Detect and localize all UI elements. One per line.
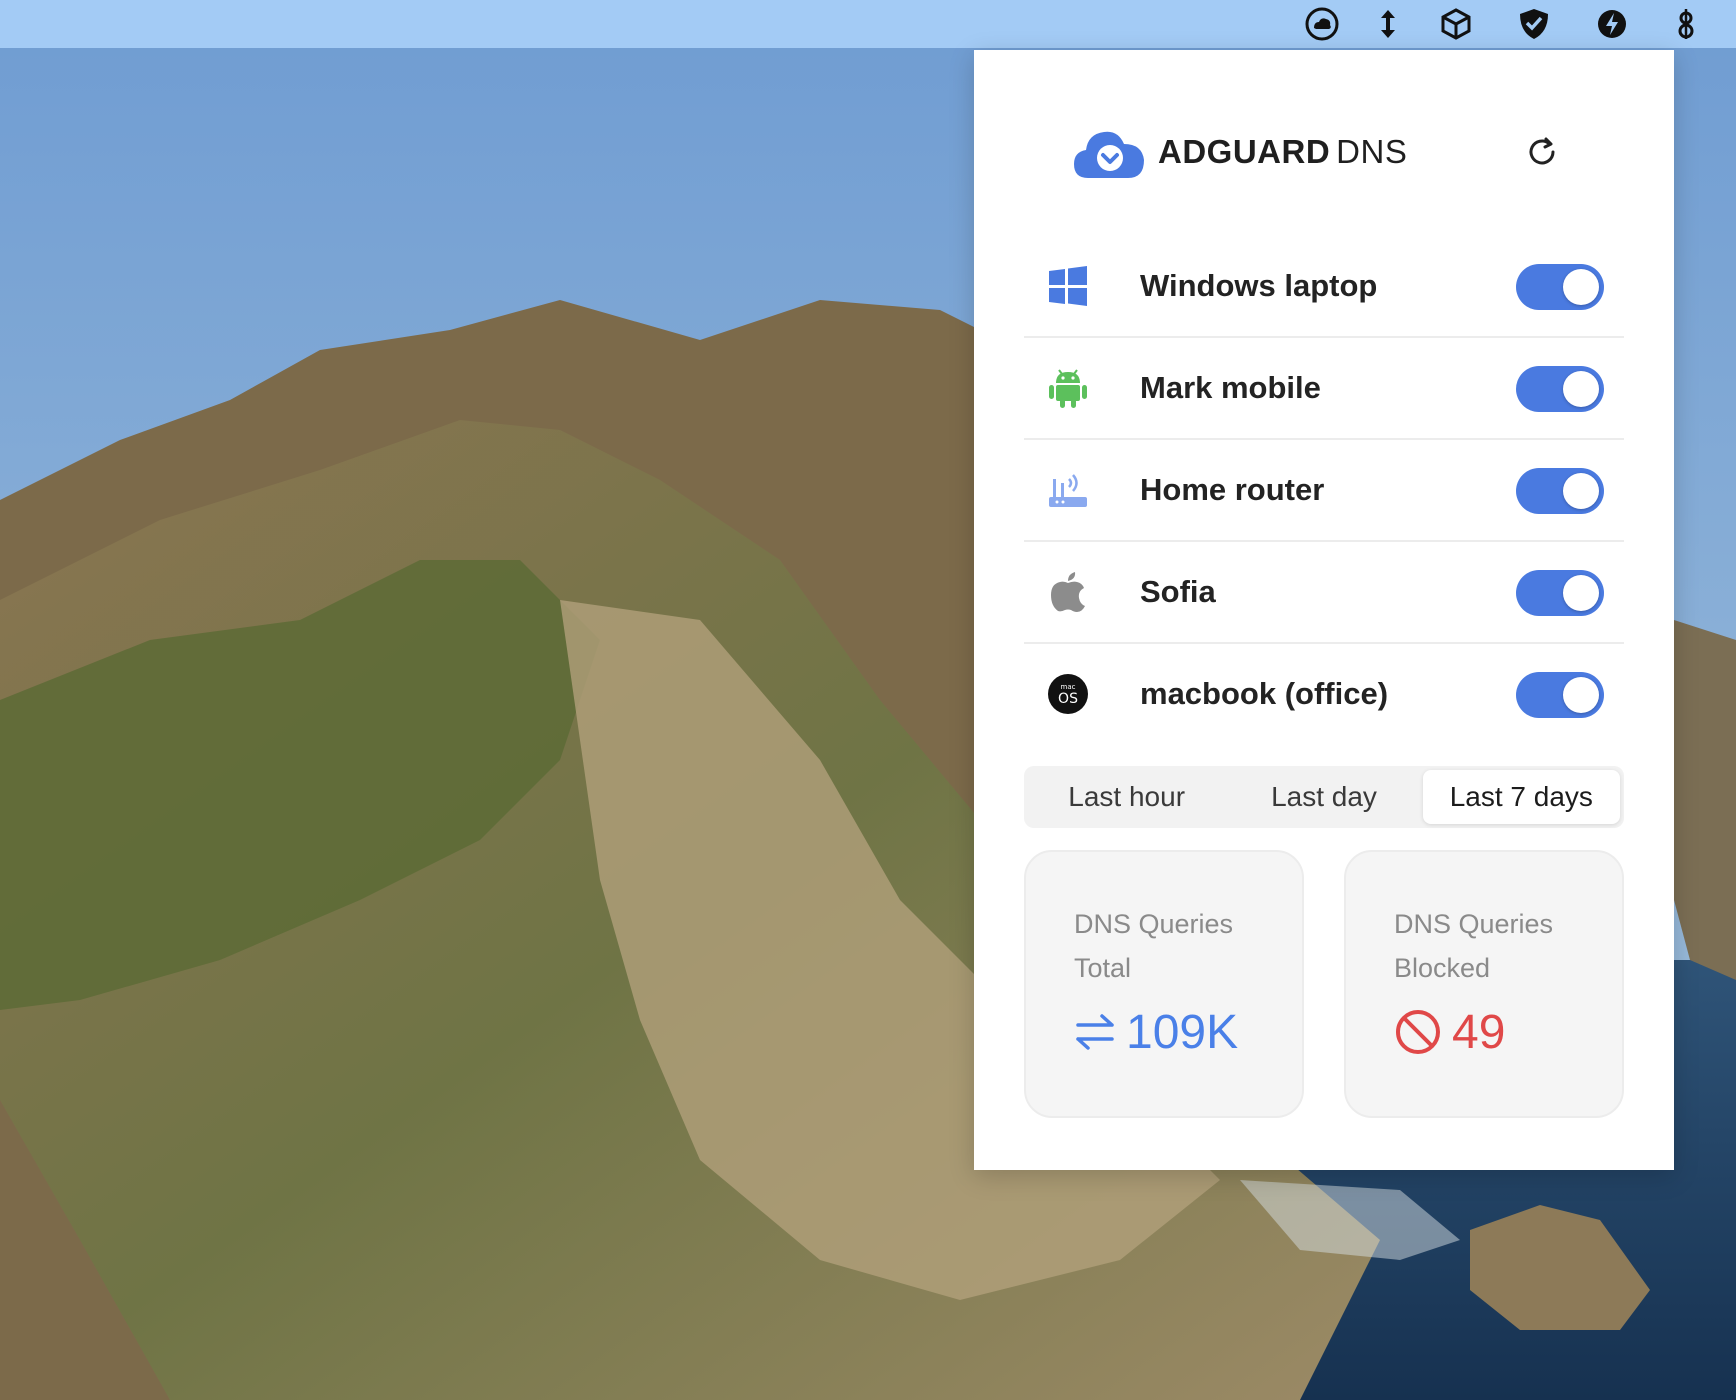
transfer-arrows-icon — [1076, 1014, 1114, 1050]
range-option-last-hour[interactable]: Last hour — [1028, 770, 1225, 824]
stat-label-blocked: DNS Queries Blocked — [1394, 902, 1594, 990]
macos-icon: mac OS — [1046, 672, 1090, 716]
box-icon[interactable] — [1438, 6, 1474, 42]
device-toggle-home-router[interactable] — [1516, 468, 1604, 514]
range-option-last-7-days[interactable]: Last 7 days — [1422, 770, 1620, 824]
stat-value-blocked: 49 — [1394, 1004, 1505, 1060]
device-name: Windows laptop — [1140, 268, 1378, 303]
device-row-windows-laptop: Windows laptop — [1024, 236, 1624, 338]
dollar-script-icon[interactable] — [1668, 6, 1704, 42]
stat-label-total: DNS Queries Total — [1074, 902, 1274, 990]
refresh-icon — [1529, 137, 1555, 165]
device-row-sofia: Sofia — [1024, 542, 1624, 644]
device-toggle-sofia[interactable] — [1516, 570, 1604, 616]
svg-text:mac: mac — [1061, 683, 1076, 691]
stat-number: 49 — [1452, 1005, 1506, 1059]
router-icon — [1046, 468, 1090, 512]
brand: ADGUARD DNS — [1072, 122, 1407, 182]
stat-card-total: DNS Queries Total 109K — [1024, 850, 1304, 1118]
sort-arrows-icon[interactable] — [1370, 6, 1406, 42]
range-option-last-day[interactable]: Last day — [1225, 770, 1422, 824]
device-row-mark-mobile: Mark mobile — [1024, 338, 1624, 440]
device-toggle-windows-laptop[interactable] — [1516, 264, 1604, 310]
blocked-icon — [1396, 1010, 1440, 1054]
stat-card-blocked: DNS Queries Blocked 49 — [1344, 850, 1624, 1118]
svg-text:OS: OS — [1058, 691, 1078, 707]
adguard-dns-popup: ADGUARD DNS Windows laptop Mark mobile H… — [974, 50, 1674, 1170]
android-icon — [1046, 366, 1090, 410]
device-name: Home router — [1140, 472, 1325, 507]
brand-name: ADGUARD DNS — [1158, 133, 1407, 171]
bolt-icon[interactable] — [1594, 6, 1630, 42]
device-name: Mark mobile — [1140, 370, 1321, 405]
device-row-macbook-office: mac OS macbook (office) — [1024, 644, 1624, 744]
brand-name-light: DNS — [1336, 133, 1408, 170]
device-toggle-macbook-office[interactable] — [1516, 672, 1604, 718]
stat-number: 109K — [1126, 1005, 1239, 1059]
refresh-button[interactable] — [1522, 132, 1562, 172]
stat-value-total: 109K — [1074, 1004, 1238, 1060]
device-name: Sofia — [1140, 574, 1216, 609]
shield-check-icon[interactable] — [1516, 6, 1552, 42]
cloud-status-icon[interactable] — [1304, 6, 1340, 42]
stat-label-line: DNS Queries — [1074, 909, 1234, 939]
device-row-home-router: Home router — [1024, 440, 1624, 542]
stat-label-line: Blocked — [1394, 953, 1491, 983]
device-name: macbook (office) — [1140, 676, 1389, 711]
stat-label-line: DNS Queries — [1394, 909, 1554, 939]
adguard-cloud-logo-icon — [1074, 131, 1144, 178]
windows-icon — [1046, 264, 1090, 308]
stat-label-line: Total — [1074, 953, 1132, 983]
device-toggle-mark-mobile[interactable] — [1516, 366, 1604, 412]
menu-bar — [0, 0, 1736, 48]
brand-name-bold: ADGUARD — [1158, 133, 1331, 170]
apple-icon — [1046, 570, 1090, 614]
device-list: Windows laptop Mark mobile Home router S… — [1024, 236, 1624, 744]
time-range-selector: Last hour Last day Last 7 days — [1024, 766, 1624, 828]
